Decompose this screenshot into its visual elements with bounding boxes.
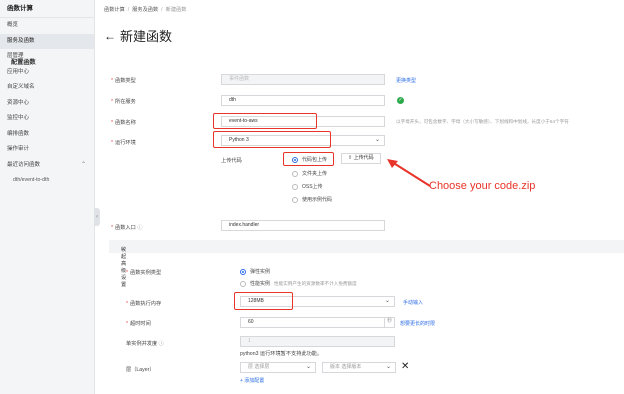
instance-option-elastic[interactable]: 弹性实例 <box>240 268 270 275</box>
back-arrow-icon[interactable]: ← <box>104 29 116 43</box>
layer-label: 层（Layer） <box>126 367 155 373</box>
func-type-field: 事件函数 <box>221 74 385 85</box>
upload-option-folder[interactable]: 文件夹上传 <box>292 170 327 177</box>
info-icon: ⓘ <box>158 341 164 347</box>
section-title: 配置函数 <box>11 59 36 66</box>
advanced-settings-toggle[interactable]: ⌄ 收起高级设置 <box>109 240 624 288</box>
handler-input[interactable]: index.handler <box>221 220 385 231</box>
sidebar-recent-function[interactable]: dth/event-to-dth <box>0 173 94 188</box>
concurrency-input: 1 <box>240 336 395 347</box>
upload-option-sample[interactable]: 使用示例代码 <box>292 196 332 203</box>
radio-icon <box>292 183 298 190</box>
sidebar-item-recent[interactable]: 最近访问函数 ⌃ <box>0 158 94 174</box>
breadcrumb-item[interactable]: 服务及函数 <box>132 7 158 13</box>
sidebar-item-services-functions[interactable]: 服务及函数 <box>0 33 94 49</box>
sidebar-title: 函数计算 <box>0 0 94 18</box>
upload-option-oss[interactable]: OSS上传 <box>292 183 323 190</box>
chevron-down-icon: ⌄ <box>374 137 380 143</box>
add-layer-link[interactable]: + 添加配置 <box>240 377 264 384</box>
change-type-link[interactable]: 更换类型 <box>396 77 416 84</box>
main-content: 函数计算 / 服务及函数 / 新建函数 ← 新建函数 <box>98 0 624 394</box>
manual-input-link[interactable]: 手动输入 <box>403 299 423 306</box>
performance-hint: 性能实例产生的资源数率不计入免费额度 <box>274 280 357 286</box>
layer-select[interactable]: 层 选择层 ⌄ <box>240 362 316 373</box>
annotation-text: Choose your code.zip <box>429 180 536 192</box>
highlight-runtime <box>213 131 331 148</box>
func-name-label: * 函数名称 <box>111 120 136 126</box>
annotation-arrow-icon <box>387 159 431 187</box>
upload-code-button[interactable]: ⇧ 上传代码 <box>341 153 381 164</box>
breadcrumb-current: 新建函数 <box>165 7 187 13</box>
sidebar-item-custom-domain[interactable]: 自定义域名 <box>0 80 94 96</box>
func-type-label: * 函数类型 <box>111 78 136 84</box>
timeout-label: * 超时时间 <box>126 321 151 327</box>
sidebar-item-app-center[interactable]: 应用中心 <box>0 65 94 81</box>
highlight-memory <box>234 292 293 310</box>
highlight-func-name <box>213 113 317 129</box>
longer-timeout-link[interactable]: 想要更长的时限 <box>400 320 435 327</box>
sidebar-item-monitoring[interactable]: 监控中心 <box>0 111 94 127</box>
version-select[interactable]: 版本 选择版本 ⌄ <box>322 362 396 373</box>
instance-option-performance[interactable]: 性能实例 性能实例产生的资源数率不计入免费额度 <box>240 280 357 287</box>
radio-icon <box>240 280 246 287</box>
service-label: * 所在服务 <box>111 99 136 105</box>
page-title: ← 新建函数 <box>104 26 172 45</box>
info-icon: ⓘ <box>137 225 143 231</box>
radio-icon <box>292 196 298 203</box>
sidebar-item-resource-center[interactable]: 资源中心 <box>0 96 94 112</box>
timeout-input[interactable]: 60 <box>240 317 395 328</box>
radio-selected-icon <box>240 268 246 275</box>
radio-icon <box>292 170 298 177</box>
chevron-down-icon: ⌄ <box>384 298 390 304</box>
concurrency-note: python3 运行环境暂不支持此功能。 <box>240 351 323 357</box>
chevron-up-icon: ⌃ <box>80 161 86 168</box>
concurrency-label: 单实例并发度 ⓘ <box>126 341 164 347</box>
instance-type-label: * 函数实例类型 <box>126 270 162 276</box>
highlight-upload-zip <box>283 152 334 166</box>
breadcrumb: 函数计算 / 服务及函数 / 新建函数 <box>104 7 187 13</box>
check-circle-icon: ✓ <box>397 97 404 104</box>
upload-label: 上传代码 <box>221 158 242 164</box>
service-field[interactable]: dth <box>221 95 385 106</box>
func-name-hint: 以字母开头，可包含数字、字母（大小写敏感）、下划线和中划线，长度小于64个字符 <box>396 119 569 124</box>
runtime-label: * 运行环境 <box>111 140 136 146</box>
sidebar-item-overview[interactable]: 概览 <box>0 18 94 34</box>
memory-label: * 函数执行内存 <box>126 301 162 307</box>
sidebar-item-orchestration[interactable]: 编排函数 <box>0 127 94 143</box>
close-icon[interactable]: ✕ <box>401 361 409 372</box>
timeout-unit: 秒 <box>384 317 394 328</box>
sidebar-item-audit[interactable]: 操作审计 <box>0 142 94 158</box>
chevron-down-icon: ⌄ <box>305 364 311 370</box>
handler-label: * 函数入口 ⓘ <box>111 225 143 231</box>
page-title-text: 新建函数 <box>120 29 173 44</box>
breadcrumb-item[interactable]: 函数计算 <box>104 7 125 13</box>
chevron-down-icon: ⌄ <box>385 364 391 370</box>
sidebar-item-recent-label: 最近访问函数 <box>7 161 41 168</box>
